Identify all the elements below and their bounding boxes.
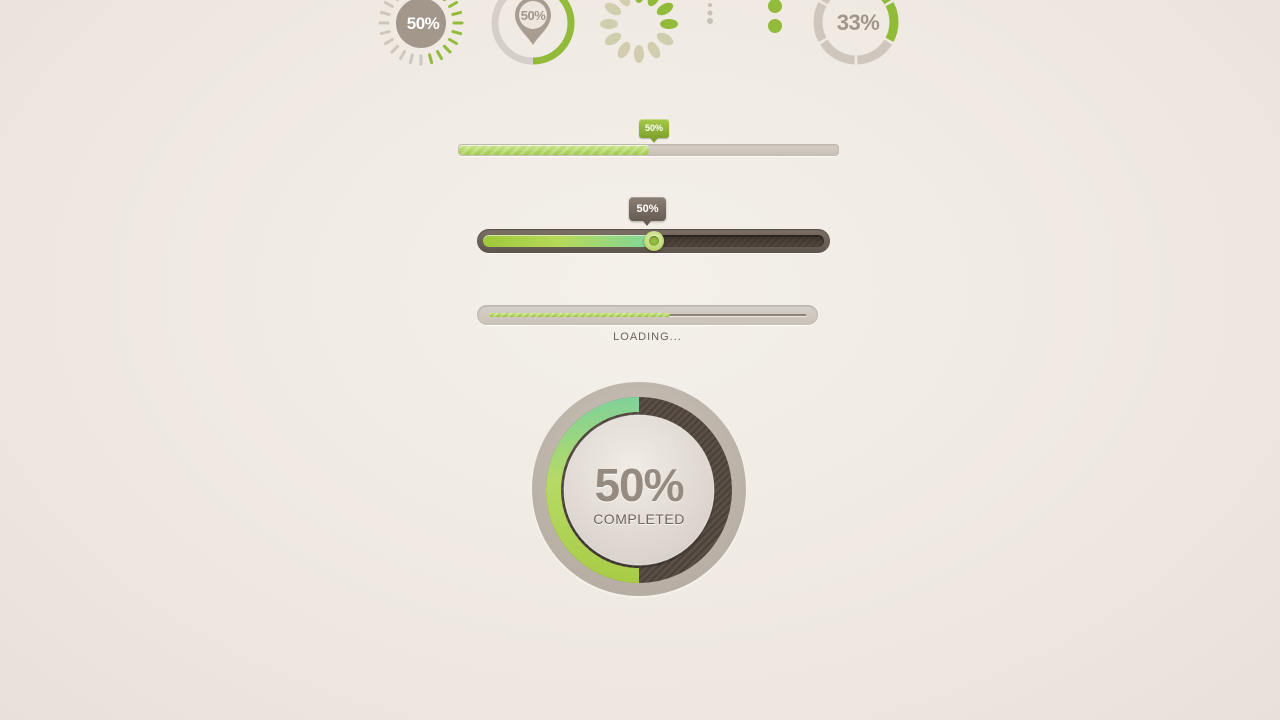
spinner-tick xyxy=(428,53,434,65)
ring-segment xyxy=(885,2,899,42)
ring-segment xyxy=(819,39,856,65)
spinner-tick xyxy=(379,10,391,16)
donut-status-label: COMPLETED xyxy=(593,511,685,527)
spinner-tick xyxy=(436,50,443,61)
ring-segment xyxy=(813,2,827,42)
spinner-dot-active xyxy=(768,19,782,33)
spinner-tick xyxy=(448,1,459,8)
spinner-tick xyxy=(442,44,452,54)
spinner-petal xyxy=(656,2,674,16)
petal-loading-spinner xyxy=(595,0,683,68)
spinner-petal xyxy=(647,41,661,59)
spinner-tick xyxy=(379,30,391,36)
slider-fill xyxy=(459,145,649,155)
spinner-tick xyxy=(399,50,406,61)
spinner-petal xyxy=(660,19,678,29)
thin-slider-tooltip: 50% xyxy=(639,119,669,143)
thin-progress-slider[interactable] xyxy=(458,144,839,156)
loading-progress-bar xyxy=(477,305,818,325)
spinner-percent-label: 50% xyxy=(407,14,440,33)
spinner-petal xyxy=(604,32,622,46)
ring-segment xyxy=(856,39,893,65)
ring-percent-label: 33% xyxy=(837,10,880,35)
spinner-tick xyxy=(451,30,463,36)
spinner-tick xyxy=(448,38,459,45)
spinner-tick xyxy=(451,10,463,16)
spinner-tick xyxy=(408,53,414,65)
spinner-dot xyxy=(707,10,713,16)
spinner-petal xyxy=(634,45,644,63)
spinner-dot-active xyxy=(768,0,782,13)
pin-percent-label: 50% xyxy=(521,8,546,23)
dashed-progress-spinner: 50% xyxy=(378,0,464,66)
dark-range-slider[interactable] xyxy=(477,229,830,253)
loading-bar-fill xyxy=(489,313,670,317)
spinner-petal xyxy=(635,0,643,3)
spinner-dot xyxy=(708,3,712,7)
segmented-ring-progress: 33% xyxy=(811,0,901,67)
spinner-tick xyxy=(383,1,394,8)
spinner-petals-group xyxy=(600,0,678,63)
spinner-petal xyxy=(617,41,631,59)
ring-segment xyxy=(881,0,892,5)
dark-slider-tooltip: 50% xyxy=(629,197,666,226)
spinner-dot xyxy=(707,18,713,24)
spinner-petal xyxy=(604,2,622,16)
ring-segment xyxy=(820,0,831,5)
slider-handle[interactable] xyxy=(643,231,664,251)
spinner-tick xyxy=(390,44,400,54)
spinner-petal xyxy=(656,32,674,46)
donut-percent-label: 50% xyxy=(594,459,684,511)
dot-loading-spinner xyxy=(700,0,790,38)
spinner-tick xyxy=(383,38,394,45)
slider-fill xyxy=(483,235,654,247)
loading-label: LOADING... xyxy=(613,331,682,343)
spinner-petal xyxy=(600,19,618,29)
pin-progress-spinner: 50% xyxy=(490,0,576,66)
